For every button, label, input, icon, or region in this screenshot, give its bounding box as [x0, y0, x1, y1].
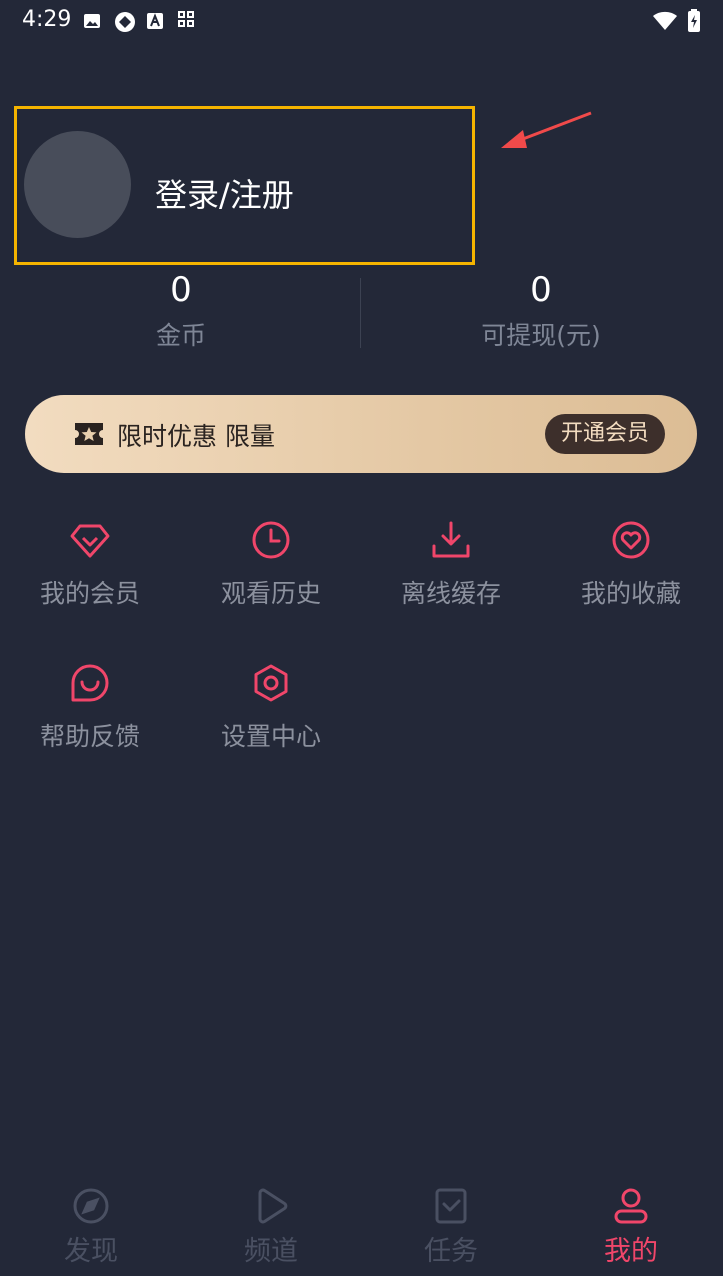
menu-item-offline-cache[interactable]: 离线缓存 [361, 520, 541, 610]
nav-tab-mine[interactable]: 我的 [541, 1187, 721, 1268]
nav-tab-channel[interactable]: 频道 [181, 1187, 361, 1268]
diamond-icon [70, 524, 110, 558]
menu-item-history[interactable]: 观看历史 [181, 520, 361, 610]
compass-icon [73, 1188, 109, 1224]
menu-item-help-feedback[interactable]: 帮助反馈 [0, 663, 180, 753]
menu-item-favorites[interactable]: 我的收藏 [541, 520, 721, 610]
menu-label: 离线缓存 [400, 579, 501, 608]
play-icon [258, 1188, 288, 1224]
menu-label: 帮助反馈 [39, 722, 140, 751]
menu-label: 我的收藏 [580, 579, 681, 608]
stat-divider [360, 278, 361, 348]
vip-promo-text: 限时优惠 限量 [117, 422, 275, 451]
nav-tab-discover[interactable]: 发现 [1, 1187, 181, 1268]
system-icons [653, 9, 701, 37]
vip-promo-banner[interactable]: 限时优惠 限量 开通会员 [25, 395, 697, 473]
download-icon [432, 521, 470, 558]
bottom-nav: 发现 频道 任务 我的 [0, 1165, 723, 1276]
cash-label: 可提现(元) [481, 321, 601, 350]
nav-label: 我的 [604, 1236, 658, 1267]
image-icon [82, 11, 102, 31]
wifi-icon [653, 11, 677, 35]
nav-tab-tasks[interactable]: 任务 [361, 1187, 541, 1268]
notification-icons [82, 11, 198, 32]
settings-icon [254, 664, 288, 702]
coins-label: 金币 [155, 321, 206, 350]
ticket-star-icon [75, 423, 103, 445]
login-register-link[interactable]: 登录/注册 [155, 170, 294, 216]
a-badge-icon [146, 11, 166, 31]
avatar[interactable] [24, 131, 131, 238]
task-icon [435, 1188, 467, 1224]
app-icon [114, 11, 135, 32]
coins-stat[interactable]: 0 金币 [56, 270, 306, 352]
grid-icon [178, 11, 198, 31]
menu-label: 观看历史 [220, 579, 321, 608]
menu-label: 我的会员 [39, 579, 140, 608]
menu-item-membership[interactable]: 我的会员 [0, 520, 180, 610]
battery-icon [687, 9, 701, 37]
cash-stat[interactable]: 0 可提现(元) [416, 270, 666, 352]
menu-label: 设置中心 [220, 722, 321, 751]
smile-chat-icon [71, 664, 109, 702]
clock-icon [252, 521, 290, 559]
annotation-arrow-icon [501, 111, 592, 148]
profile-screen: 4:29 登录/注册 0 金币 0 可提现(元) 限时优惠 限量 开通会员 我的… [0, 0, 723, 1276]
nav-label: 任务 [424, 1236, 478, 1267]
cash-value: 0 [530, 270, 552, 310]
user-icon [614, 1188, 648, 1224]
heart-icon [612, 521, 650, 559]
status-bar: 4:29 [0, 0, 723, 42]
nav-label: 发现 [64, 1236, 118, 1267]
status-time: 4:29 [22, 7, 72, 32]
coins-value: 0 [170, 270, 192, 310]
open-vip-button[interactable]: 开通会员 [544, 414, 665, 454]
nav-label: 频道 [244, 1236, 298, 1267]
menu-item-settings[interactable]: 设置中心 [181, 663, 361, 753]
